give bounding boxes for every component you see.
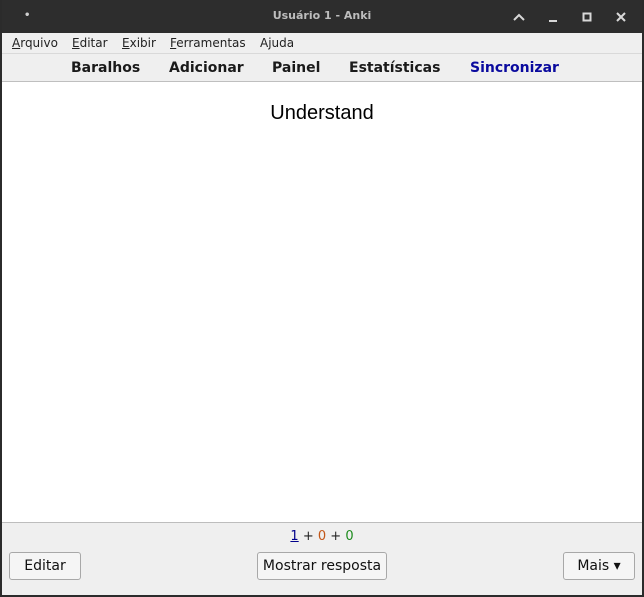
due-counts: 1 + 0 + 0 — [2, 529, 642, 544]
review-bottom-bar: 1 + 0 + 0 Editar Mostrar resposta Mais ▾ — [2, 522, 642, 595]
toolbar-browse-link[interactable]: Painel — [272, 60, 320, 76]
card-view: Understand — [2, 82, 642, 522]
minimize-button[interactable] — [542, 6, 564, 28]
toolbar-stats-link[interactable]: Estatísticas — [349, 60, 440, 76]
main-toolbar: Baralhos Adicionar Painel Estatísticas S… — [2, 53, 642, 82]
close-icon — [616, 12, 626, 22]
menu-editar[interactable]: Editar — [72, 36, 108, 50]
menu-mnemonic: E — [72, 36, 80, 50]
count-separator: + — [326, 529, 346, 544]
more-button[interactable]: Mais ▾ — [563, 552, 635, 580]
menu-ajuda[interactable]: Ajuda — [260, 36, 294, 50]
menu-arquivo[interactable]: Arquivo — [12, 36, 58, 50]
card-question: Understand — [270, 102, 374, 124]
maximize-button[interactable] — [576, 6, 598, 28]
close-button[interactable] — [610, 6, 632, 28]
learning-count: 0 — [317, 529, 327, 544]
title-bar[interactable]: • Usuário 1 - Anki — [2, 0, 642, 33]
menu-label: xibir — [129, 36, 156, 50]
count-separator: + — [298, 529, 318, 544]
menu-mnemonic: A — [12, 36, 21, 50]
menu-ferramentas[interactable]: Ferramentas — [170, 36, 246, 50]
menu-label: erramentas — [176, 36, 246, 50]
review-count: 0 — [345, 529, 354, 544]
shade-button[interactable] — [508, 6, 530, 28]
edit-button[interactable]: Editar — [9, 552, 81, 580]
toolbar-add-link[interactable]: Adicionar — [169, 60, 244, 76]
menu-mnemonic: E — [122, 36, 130, 50]
minimize-icon — [549, 20, 557, 22]
menu-label: Ajuda — [260, 36, 295, 50]
menu-exibir[interactable]: Exibir — [122, 36, 156, 50]
menu-label: rquivo — [20, 36, 58, 50]
menu-label: ditar — [79, 36, 108, 50]
chevron-up-icon — [513, 13, 525, 21]
maximize-icon — [582, 12, 592, 22]
menu-bar: Arquivo Editar Exibir Ferramentas Ajuda — [2, 33, 642, 53]
toolbar-sync-link[interactable]: Sincronizar — [470, 60, 559, 76]
new-count: 1 — [290, 529, 299, 544]
show-answer-button[interactable]: Mostrar resposta — [257, 552, 387, 580]
anki-window: • Usuário 1 - Anki Arquivo Editar Exibir… — [0, 0, 644, 597]
toolbar-decks-link[interactable]: Baralhos — [71, 60, 140, 76]
